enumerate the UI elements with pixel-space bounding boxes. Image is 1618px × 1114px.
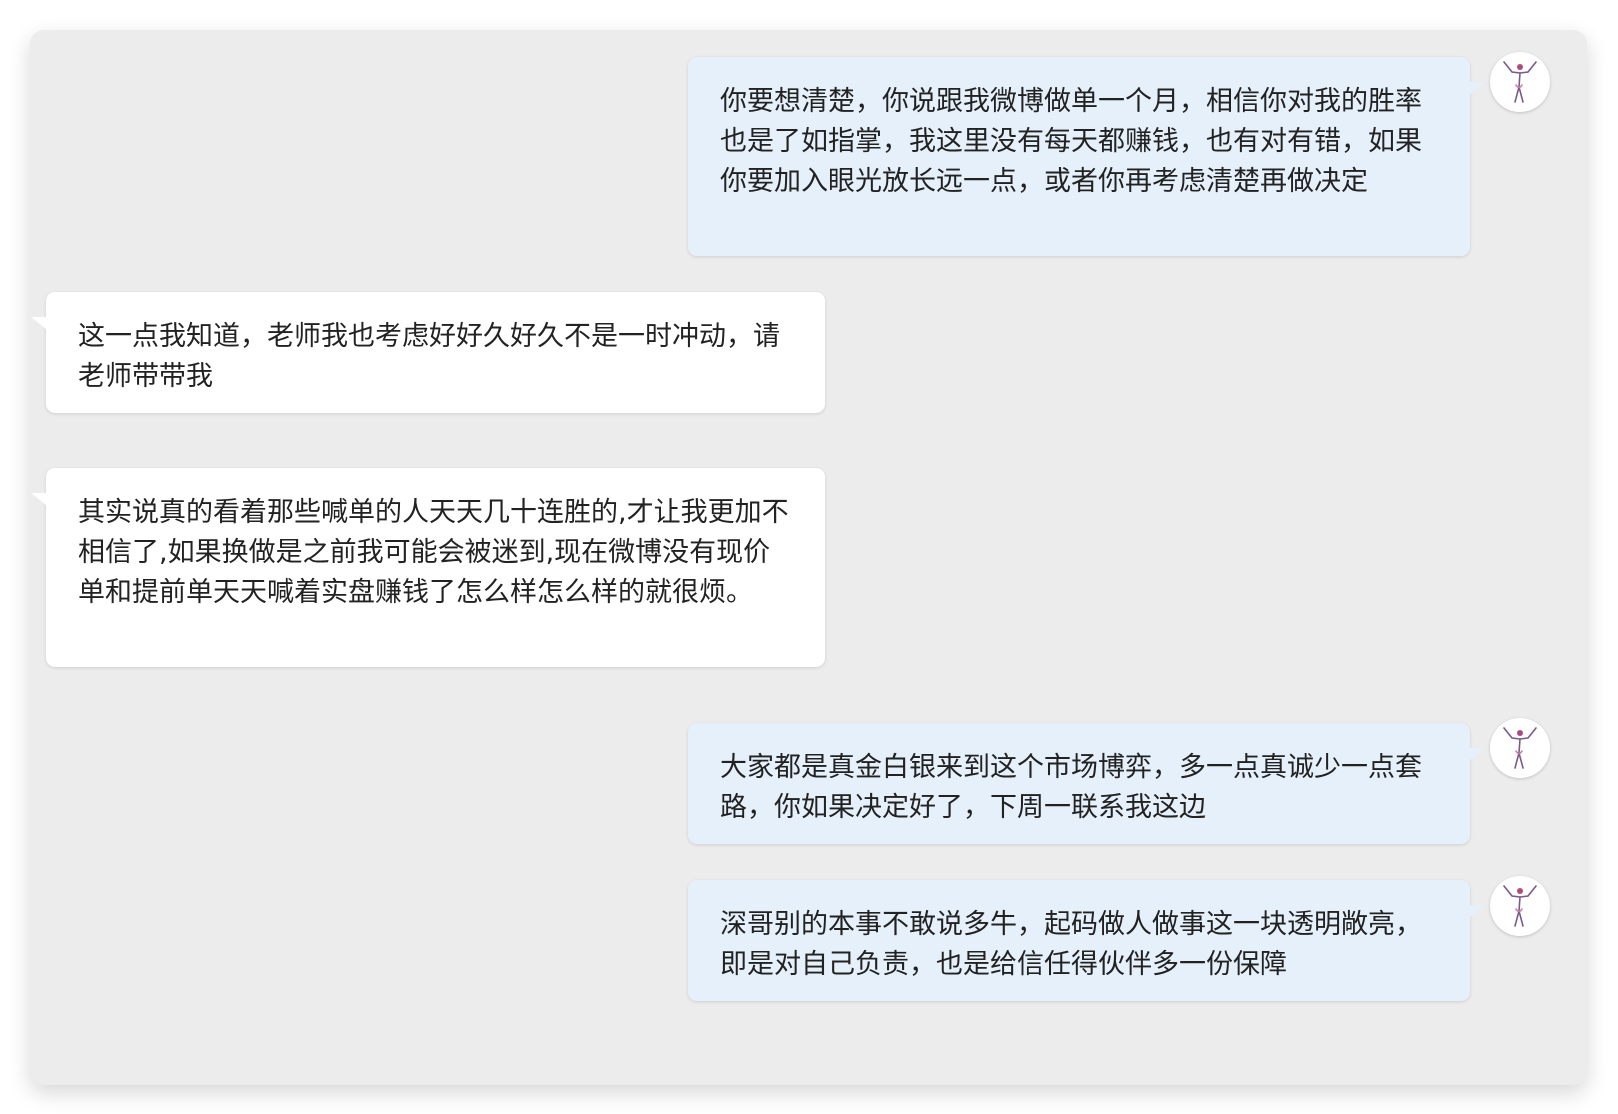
message-bubble-outgoing[interactable]: 深哥别的本事不敢说多牛，起码做人做事这一块透明敞亮，即是对自己负责，也是给信任得… (688, 880, 1485, 1001)
avatar[interactable] (1490, 876, 1550, 936)
message-text: 这一点我知道，老师我也考虑好好久好久不是一时冲动，请老师带带我 (78, 321, 780, 392)
message-bubble-outgoing[interactable]: 大家都是真金白银来到这个市场博弈，多一点真诚少一点套路，你如果决定好了，下周一联… (688, 723, 1485, 844)
dancer-figure-icon (1503, 61, 1537, 103)
avatar[interactable] (1490, 52, 1550, 112)
message-bubble-outgoing[interactable]: 你要想清楚，你说跟我微博做单一个月，相信你对我的胜率也是了如指掌，我这里没有每天… (688, 57, 1485, 256)
message-text: 你要想清楚，你说跟我微博做单一个月，相信你对我的胜率也是了如指掌，我这里没有每天… (720, 86, 1422, 197)
message-bubble-incoming[interactable]: 这一点我知道，老师我也考虑好好久好久不是一时冲动，请老师带带我 (31, 292, 825, 413)
message-text: 深哥别的本事不敢说多牛，起码做人做事这一块透明敞亮，即是对自己负责，也是给信任得… (720, 909, 1422, 980)
message-bubble-incoming[interactable]: 其实说真的看着那些喊单的人天天几十连胜的,才让我更加不相信了,如果换做是之前我可… (31, 468, 825, 667)
message-text: 大家都是真金白银来到这个市场博弈，多一点真诚少一点套路，你如果决定好了，下周一联… (720, 752, 1422, 823)
dancer-figure-icon (1503, 885, 1537, 927)
dancer-figure-icon (1503, 727, 1537, 769)
avatar[interactable] (1490, 718, 1550, 778)
message-text: 其实说真的看着那些喊单的人天天几十连胜的,才让我更加不相信了,如果换做是之前我可… (78, 497, 789, 608)
